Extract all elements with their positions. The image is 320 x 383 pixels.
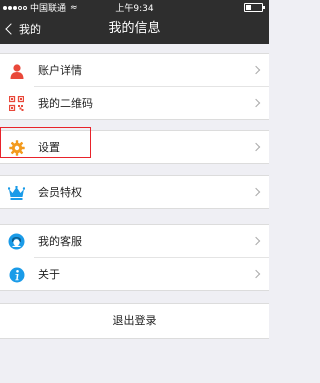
row-my-qr-code[interactable]: 我的二维码	[9, 86, 269, 119]
row-label: 我的二维码	[38, 97, 93, 110]
navigation-bar: 我的 我的信息	[0, 14, 269, 44]
chevron-right-icon	[251, 269, 261, 279]
page-title: 我的信息	[108, 21, 161, 36]
row-about[interactable]: 关于	[9, 257, 269, 290]
row-label: 关于	[38, 268, 60, 281]
customer-service-icon	[8, 233, 25, 250]
support-group: 我的客服 关于	[0, 224, 269, 291]
chevron-right-icon	[251, 98, 261, 108]
status-time: 上午9:34	[115, 4, 154, 14]
membership-group: 会员特权	[0, 175, 269, 209]
row-customer-service[interactable]: 我的客服	[0, 225, 269, 257]
status-bar: 中国联通 ≈ 上午9:34	[0, 0, 269, 14]
crown-icon	[8, 184, 25, 201]
row-label: 账户详情	[38, 64, 82, 77]
account-group: 账户详情 我的二维码	[0, 53, 269, 120]
chevron-right-icon	[251, 142, 261, 152]
chevron-right-icon	[251, 187, 261, 197]
settings-highlight-box	[0, 127, 91, 158]
chevron-right-icon	[251, 65, 261, 75]
row-account-details[interactable]: 账户详情	[0, 54, 269, 86]
row-label: 会员特权	[38, 186, 82, 199]
info-icon	[8, 266, 25, 283]
logout-button[interactable]: 退出登录	[0, 303, 269, 339]
row-label: 我的客服	[38, 235, 82, 248]
chevron-right-icon	[251, 236, 261, 246]
qr-code-icon	[8, 95, 25, 112]
user-icon	[8, 62, 25, 79]
battery-icon	[244, 3, 265, 12]
row-member-privileges[interactable]: 会员特权	[0, 176, 269, 208]
